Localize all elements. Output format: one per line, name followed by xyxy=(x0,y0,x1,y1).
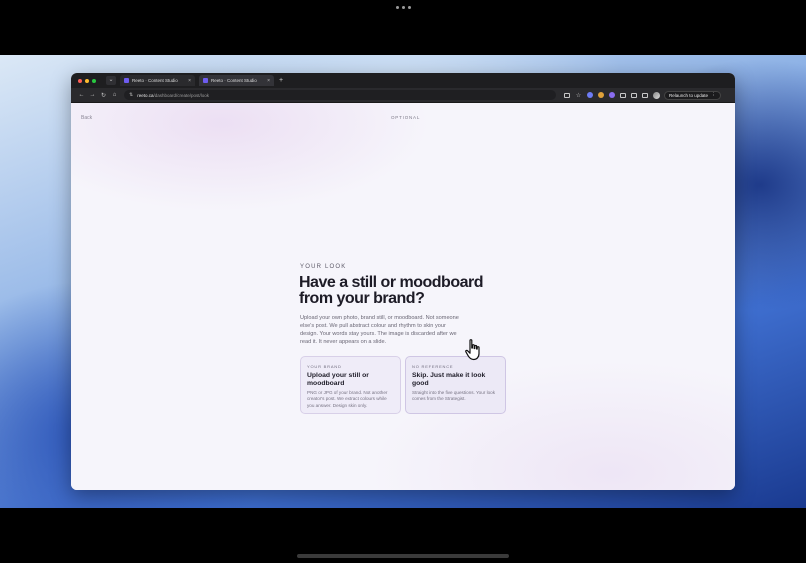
profile-avatar[interactable] xyxy=(653,91,660,99)
tab-title: Reeto · Content Studio xyxy=(132,78,178,83)
option-eyebrow: NO REFERENCE xyxy=(412,364,454,369)
tab-title: Reeto · Content Studio xyxy=(211,78,257,83)
page-title: Have a still or moodboard from your bran… xyxy=(299,274,483,307)
tab-search-button[interactable]: ⌄ xyxy=(106,76,116,85)
option-body: PNG or JPG of your brand. Not another cr… xyxy=(307,390,388,408)
tab-2[interactable]: Reeto · Content Studio × xyxy=(199,75,274,86)
pointer-hand-icon xyxy=(465,339,480,361)
step-label: OPTIONAL xyxy=(391,115,421,120)
forward-arrow-icon[interactable]: → xyxy=(87,92,98,98)
tab-bar: ⌄ Reeto · Content Studio × Reeto · Conte… xyxy=(71,73,735,88)
tab-close-icon[interactable]: × xyxy=(267,78,270,84)
relaunch-button[interactable]: Relaunch to update ⋮ xyxy=(664,90,721,100)
extension-icon[interactable] xyxy=(598,92,604,98)
address-bar[interactable]: ⇅ reeto.ca /dashboard/create/post/look xyxy=(124,90,556,100)
upload-brand-option[interactable]: YOUR BRAND Upload your still or moodboar… xyxy=(300,356,401,414)
sidebar-icon[interactable] xyxy=(631,92,637,98)
reeto-favicon-icon xyxy=(124,78,129,83)
browser-toolbar: ← → ↻ ⌂ ⇅ reeto.ca /dashboard/create/pos… xyxy=(71,88,735,103)
site-info-icon[interactable]: ⇅ xyxy=(129,92,133,98)
window-controls xyxy=(78,78,96,83)
top-dots xyxy=(396,6,411,9)
tab-groups-icon[interactable] xyxy=(642,92,648,98)
home-indicator xyxy=(297,554,509,558)
option-title: Upload your still or moodboard xyxy=(307,372,369,387)
back-arrow-icon[interactable]: ← xyxy=(76,92,87,98)
browser-window: ⌄ Reeto · Content Studio × Reeto · Conte… xyxy=(71,73,735,490)
minimize-window-button[interactable] xyxy=(85,78,89,83)
screen-cast-icon[interactable] xyxy=(564,92,570,98)
page-content: Back OPTIONAL YOUR LOOK Have a still or … xyxy=(71,103,735,490)
more-menu-icon: ⋮ xyxy=(711,92,716,97)
option-eyebrow: YOUR BRAND xyxy=(307,364,342,369)
extensions-icon[interactable] xyxy=(620,92,626,98)
home-icon[interactable]: ⌂ xyxy=(109,92,120,98)
option-body: Straight into the five questions. Your l… xyxy=(412,390,495,402)
new-tab-button[interactable]: + xyxy=(279,77,283,84)
relaunch-label: Relaunch to update xyxy=(669,92,709,98)
star-icon[interactable]: ☆ xyxy=(575,92,582,99)
skip-reference-option[interactable]: NO REFERENCE Skip. Just make it look goo… xyxy=(405,356,506,414)
close-window-button[interactable] xyxy=(78,78,82,83)
intro-text: Upload your own photo, brand still, or m… xyxy=(300,315,459,345)
url-path: /dashboard/create/post/look xyxy=(153,92,210,98)
tab-close-icon[interactable]: × xyxy=(188,78,191,84)
option-title: Skip. Just make it look good xyxy=(412,372,486,387)
screen: ⌄ Reeto · Content Studio × Reeto · Conte… xyxy=(0,0,806,563)
back-link[interactable]: Back xyxy=(81,115,92,121)
url-host: reeto.ca xyxy=(137,92,154,98)
reeto-favicon-icon xyxy=(203,78,208,83)
extension-row: ☆ xyxy=(564,91,660,99)
maximize-window-button[interactable] xyxy=(92,78,96,83)
section-eyebrow: YOUR LOOK xyxy=(300,264,347,270)
extension-icon[interactable] xyxy=(587,92,593,98)
reload-icon[interactable]: ↻ xyxy=(98,92,109,99)
tab-1[interactable]: Reeto · Content Studio × xyxy=(120,75,195,86)
extension-icon[interactable] xyxy=(609,92,615,98)
